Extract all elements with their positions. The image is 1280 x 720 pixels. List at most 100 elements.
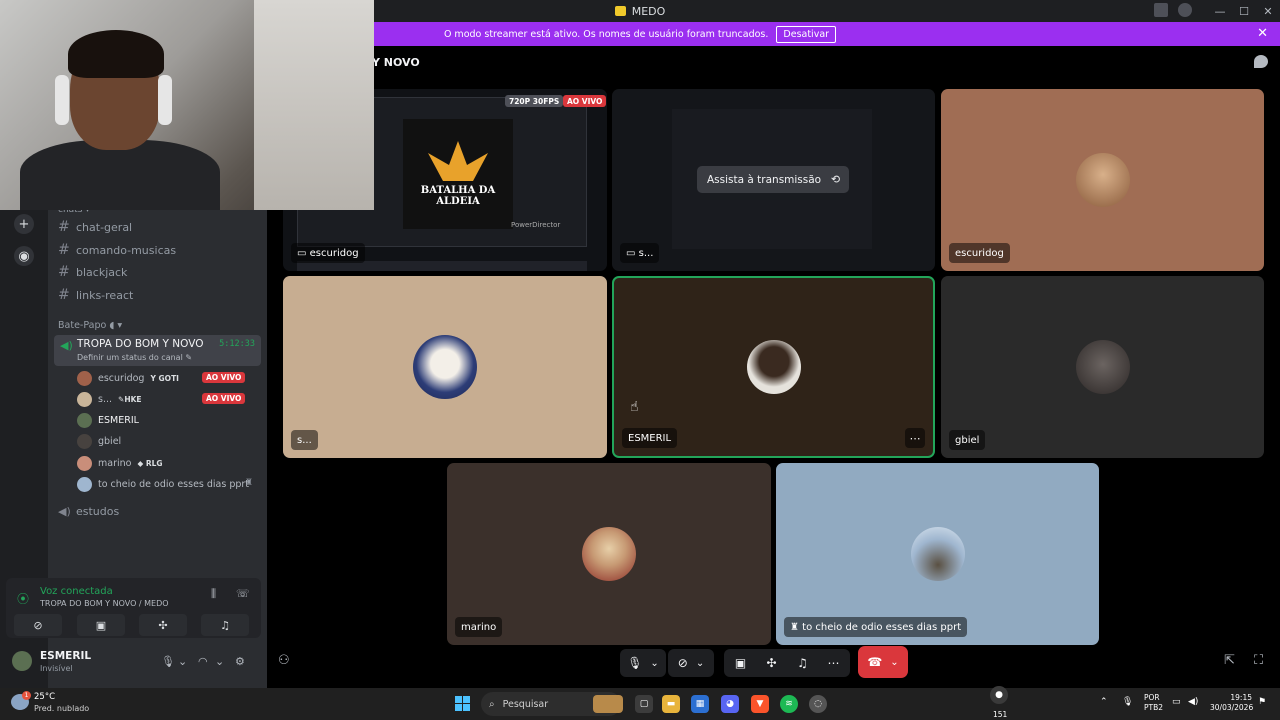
participant-tile-s[interactable]: s... [283,276,607,458]
brave-icon[interactable]: ▼ [751,695,769,713]
chat-icon[interactable]: ● [990,686,1008,704]
webcam-shirt [20,140,220,210]
soundboard-button[interactable]: ♫ [201,614,249,636]
channel-status-prompt[interactable]: Definir um status do canal ✎ [77,353,192,362]
clock[interactable]: 19:15 30/03/2026 [1210,693,1253,713]
notification-icon[interactable]: ⚑ [1258,697,1266,707]
popout-icon[interactable]: ⟲ [822,166,849,193]
more-options-icon[interactable]: ⋯ [905,428,925,448]
username[interactable]: ESMERIL [40,650,91,662]
channel-links-react[interactable]: # links-react [58,285,133,305]
widget-thumbnail[interactable] [593,695,623,713]
volume-icon[interactable]: ◀) [1188,697,1198,707]
voice-channel-estudos[interactable]: ◀) estudos [58,501,119,521]
hash-icon: # [58,287,70,303]
keyboard-layout: PTB2 [1144,703,1164,712]
file-explorer-icon[interactable]: ▬ [662,695,680,713]
participant-tile-esmeril[interactable]: ESMERIL ⋯ [612,276,935,458]
disable-streamer-mode-button[interactable]: Desativar [776,25,837,43]
camera-off-icon: ⊘ [677,656,688,670]
avatar[interactable] [12,651,32,671]
notification-badge: 1 [22,691,31,700]
voice-status-channel[interactable]: TROPA DO BOM Y NOVO / MEDO [40,599,169,608]
disconnect-icon[interactable]: ☏ [236,587,250,600]
help-icon[interactable] [1178,3,1192,17]
avatar [77,433,92,449]
channel-chat-geral[interactable]: # chat-geral [58,217,132,237]
noise-suppression-icon[interactable]: ⫼ [211,587,216,601]
activities-icon[interactable]: ✣ [756,656,787,670]
soundboard-icon: ♫ [220,618,230,632]
camera-button-group[interactable]: ⊘ ⌄ [668,649,714,677]
screen-share-button[interactable]: ▣ [77,614,125,636]
close-button[interactable]: ✕ [1256,5,1280,18]
app-icon[interactable]: ◌ [809,695,827,713]
language-indicator[interactable]: POR PTB2 [1144,693,1163,713]
invite-user-icon[interactable]: ⚇ [278,653,290,668]
voice-user[interactable]: s... ✎HKE [77,390,142,408]
participant-tile-escuridog[interactable]: escuridog [941,89,1264,271]
minimize-button[interactable]: — [1208,5,1232,18]
chat-bubble-icon[interactable] [1254,55,1268,68]
banner-close-icon[interactable]: ✕ [1257,26,1268,41]
hang-up-button[interactable]: ☎ ⌄ [858,646,908,678]
channel-comando-musicas[interactable]: # comando-musicas [58,240,176,260]
activities-icon: ✣ [158,618,168,632]
discord-icon[interactable]: ◕ [721,695,739,713]
store-icon[interactable]: ▦ [691,695,709,713]
avatar [413,335,477,399]
maximize-button[interactable]: ☐ [1232,5,1256,18]
voice-status-title[interactable]: Voz conectada [40,586,113,597]
voice-user[interactable]: to cheio de odio esses dias pprt [77,475,249,493]
chevron-up-icon[interactable]: ⌃ [1100,697,1108,707]
channel-blackjack[interactable]: # blackjack [58,262,127,282]
settings-gear-icon[interactable]: ⚙ [235,655,245,668]
stream-tile-s[interactable]: Assista à transmissão ⟲ ▭ s... [612,89,935,271]
add-server-icon[interactable]: + [14,214,34,234]
voice-user[interactable]: gbiel [77,432,121,450]
signal-icon[interactable]: ⦿ [17,590,29,607]
microphone-icon[interactable]: 🎙 [161,655,175,668]
more-options-icon[interactable]: ⋯ [818,656,849,670]
headphones-icon[interactable]: ◠ [198,655,208,668]
voice-user-name: marino [98,457,132,469]
voice-channel-active[interactable]: ◀) TROPA DO BOM Y NOVO Definir um status… [54,335,261,366]
participant-tile-gbiel[interactable]: gbiel [941,276,1264,458]
chevron-down-icon: ⌄ [890,656,899,668]
clan-tag: ✎HKE [118,395,142,404]
tile-label: ▭ s... [620,243,660,263]
quality-badge: 720P 30FPS [505,95,564,107]
chevron-down-icon[interactable]: ⌄ [178,655,187,668]
weather-condition[interactable]: Pred. nublado [34,704,89,713]
hash-icon: # [58,219,70,235]
participant-tile-odio[interactable]: ♜ to cheio de odio esses dias pprt [776,463,1099,645]
discord-window: MEDO — ☐ ✕ O modo streamer está ativo. O… [0,0,1280,720]
voice-channel-header: Y NOVO [372,56,420,69]
activities-button[interactable]: ✣ [139,614,187,636]
voice-user[interactable]: escuridog Y GOTI [77,369,179,387]
watch-stream-button[interactable]: Assista à transmissão [697,166,832,193]
webcam-wall [254,0,374,210]
weather-temp[interactable]: 25°C [34,692,55,702]
camera-off-button[interactable]: ⊘ [14,614,62,636]
explore-icon[interactable]: ◉ [14,246,34,266]
task-view-icon[interactable]: ▢ [635,695,653,713]
screen-share-icon[interactable]: ▣ [725,656,756,670]
fullscreen-icon[interactable]: ⛶ [1254,653,1263,668]
window-title: MEDO [631,4,666,18]
spotify-icon[interactable]: ≋ [780,695,798,713]
avatar [77,412,92,428]
microphone-icon[interactable]: 🎙 [1122,697,1133,707]
voice-user[interactable]: ESMERIL [77,411,139,429]
category-bate-papo[interactable]: Bate-Papo ◖ ▾ [58,320,122,331]
participant-tile-marino[interactable]: marino [447,463,771,645]
popout-icon[interactable]: ⇱ [1224,653,1235,668]
mute-button-group[interactable]: 🎙 ⌄ [620,649,666,677]
voice-user[interactable]: marino ◆ RLG [77,454,163,472]
soundboard-icon[interactable]: ♫ [787,656,818,670]
inbox-icon[interactable] [1154,3,1168,17]
voice-connected-panel: ⦿ Voz conectada TROPA DO BOM Y NOVO / ME… [6,578,261,638]
start-button[interactable] [455,696,470,711]
chevron-down-icon[interactable]: ⌄ [215,655,224,668]
network-icon[interactable]: ▭ [1172,697,1181,707]
